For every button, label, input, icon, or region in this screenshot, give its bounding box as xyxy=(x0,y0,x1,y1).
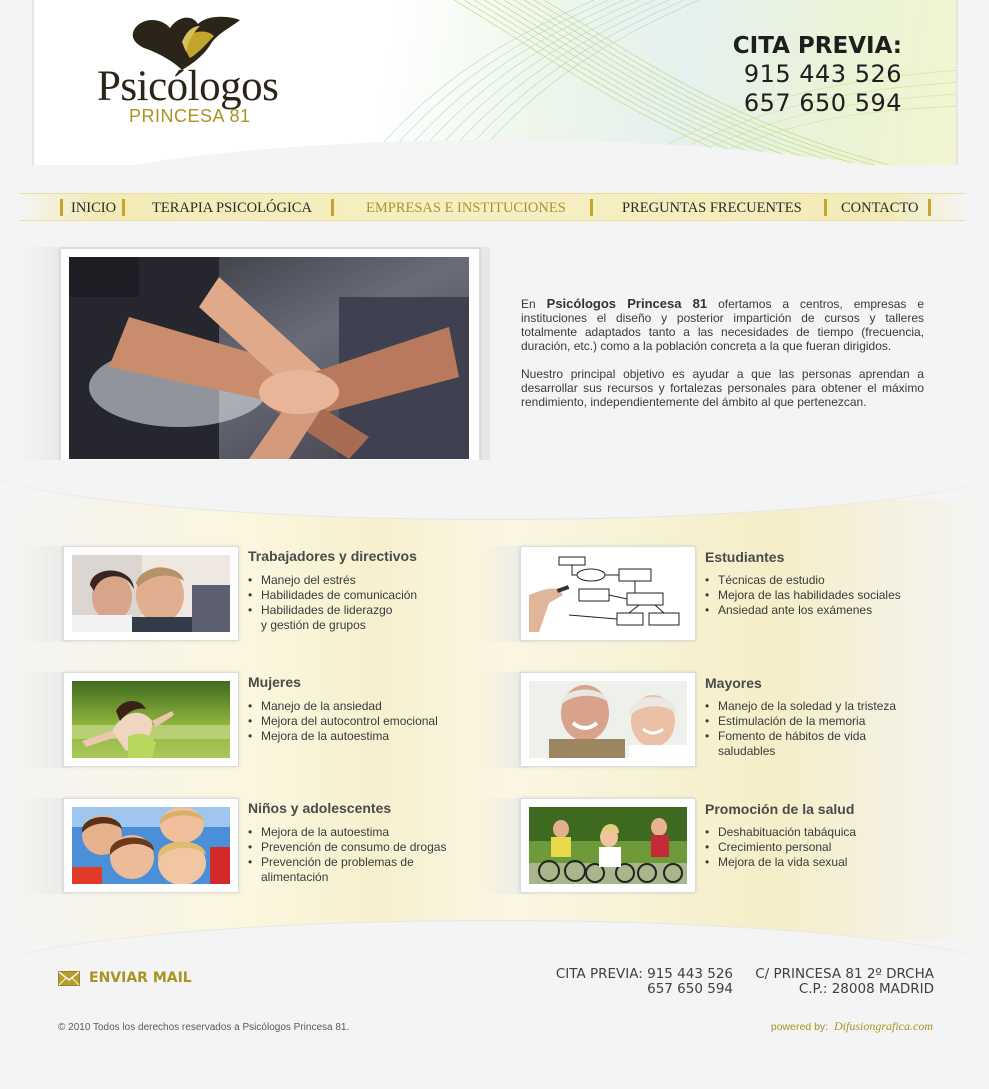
footer-cita-line-2: 657 650 594 xyxy=(647,981,733,997)
footer-address-line-2: C.P.: 28008 MADRID xyxy=(798,981,934,997)
list-item: Técnicas de estudio xyxy=(705,573,901,588)
service-photo-frame xyxy=(63,546,239,641)
send-mail-link[interactable]: ENVIAR MAIL xyxy=(58,970,192,986)
powered-by-label: powered by: xyxy=(770,1021,829,1033)
students-flowchart-photo xyxy=(529,555,687,632)
header-phone-1: 915 443 526 xyxy=(743,60,902,88)
service-title: Estudiantes xyxy=(705,549,785,565)
list-item: Prevención de consumo de drogas xyxy=(248,840,446,855)
cycling-family-photo xyxy=(529,807,687,884)
list-item: Mejora de la autoestima xyxy=(248,729,438,744)
service-photo-frame xyxy=(63,672,239,767)
service-list: Mejora de la autoestima Prevención de co… xyxy=(248,825,446,885)
service-list: Deshabituación tabáquica Crecimiento per… xyxy=(705,825,856,870)
list-item: Mejora del autocontrol emocional xyxy=(248,714,438,729)
nav-item-contacto[interactable]: CONTACTO xyxy=(841,200,919,217)
service-list: Manejo del estrés Habilidades de comunic… xyxy=(248,573,417,633)
footer-address-line-1: C/ PRINCESA 81 2º DRCHA xyxy=(755,966,934,982)
intro-paragraph-2: Nuestro principal objetivo es ayudar a q… xyxy=(521,367,924,409)
nav-item-empresas[interactable]: EMPRESAS E INSTITUCIONES xyxy=(366,200,566,217)
header-phone-2: 657 650 594 xyxy=(743,89,902,117)
service-title: Promoción de la salud xyxy=(705,801,855,817)
list-item: Mejora de la autoestima xyxy=(248,825,446,840)
band-top-curve xyxy=(0,460,989,520)
list-item: Habilidades de liderazgo y gestión de gr… xyxy=(248,603,417,633)
footer-cita-line-1: CITA PREVIA: 915 443 526 xyxy=(555,966,733,982)
nav-separator xyxy=(928,199,931,216)
teamwork-hands-photo xyxy=(69,257,469,459)
nav-separator xyxy=(590,199,593,216)
intro-brand-name: Psicólogos Princesa 81 xyxy=(546,296,708,311)
nav-item-terapia[interactable]: TERAPIA PSICOLÓGICA xyxy=(152,200,312,217)
logo-subtitle: PRINCESA 81 xyxy=(129,106,251,126)
main-nav: INICIO TERAPIA PSICOLÓGICA EMPRESAS E IN… xyxy=(20,193,965,221)
service-title: Mayores xyxy=(705,675,762,691)
service-photo-frame xyxy=(520,546,696,641)
list-item: Manejo de la soledad y la tristeza xyxy=(705,699,896,714)
list-item: Prevención de problemas de alimentación xyxy=(248,855,446,885)
service-list: Manejo de la ansiedad Mejora del autocon… xyxy=(248,699,438,744)
list-item: Crecimiento personal xyxy=(705,840,856,855)
list-item: Mejora de la vida sexual xyxy=(705,855,856,870)
list-item: Deshabituación tabáquica xyxy=(705,825,856,840)
service-title: Trabajadores y directivos xyxy=(248,548,417,564)
footer-address: C/ PRINCESA 81 2º DRCHA C.P.: 28008 MADR… xyxy=(755,967,934,997)
site-header: Psicólogos PRINCESA 81 CITA PREVIA: 915 … xyxy=(32,0,958,165)
send-mail-label: ENVIAR MAIL xyxy=(89,970,192,986)
service-list: Manejo de la soledad y la tristeza Estim… xyxy=(705,699,896,759)
powered-by: powered by: Difusiongrafica.com xyxy=(771,1019,933,1034)
nav-separator xyxy=(824,199,827,216)
list-item: Fomento de hábitos de vida saludables xyxy=(705,729,896,759)
nav-item-inicio[interactable]: INICIO xyxy=(71,200,116,217)
service-title: Niños y adolescentes xyxy=(248,800,392,816)
nav-separator xyxy=(331,199,334,216)
powered-by-link[interactable]: Difusiongrafica.com xyxy=(834,1019,933,1033)
list-item: Manejo del estrés xyxy=(248,573,417,588)
intro-p1-lead: En xyxy=(521,297,536,311)
envelope-icon xyxy=(58,970,80,986)
list-item: Manejo de la ansiedad xyxy=(248,699,438,714)
list-item: Ansiedad ante los exámenes xyxy=(705,603,901,618)
elderly-couple-photo xyxy=(529,681,687,758)
kids-group-photo xyxy=(72,807,230,884)
woman-nature-photo xyxy=(72,681,230,758)
service-photo-frame xyxy=(520,672,696,767)
intro-photo-frame xyxy=(60,248,480,472)
footer-phones: CITA PREVIA: 915 443 526 657 650 594 xyxy=(556,967,733,997)
cita-previa-title: CITA PREVIA: xyxy=(732,33,902,59)
nav-separator xyxy=(122,199,125,216)
workers-photo xyxy=(72,555,230,632)
intro-text: En Psicólogos Princesa 81 ofertamos a ce… xyxy=(521,297,924,423)
service-title: Mujeres xyxy=(248,674,301,690)
list-item: Estimulación de la memoria xyxy=(705,714,896,729)
logo-name[interactable]: Psicólogos xyxy=(97,62,287,111)
service-list: Técnicas de estudio Mejora de las habili… xyxy=(705,573,901,618)
nav-separator xyxy=(60,199,63,216)
list-item: Mejora de las habilidades sociales xyxy=(705,588,901,603)
copyright-text: © 2010 Todos los derechos reservados a P… xyxy=(58,1022,350,1033)
service-photo-frame xyxy=(63,798,239,893)
nav-item-preguntas[interactable]: PREGUNTAS FRECUENTES xyxy=(622,200,802,217)
service-photo-frame xyxy=(520,798,696,893)
intro-paragraph-1: En Psicólogos Princesa 81 ofertamos a ce… xyxy=(521,296,924,354)
list-item: Habilidades de comunicación xyxy=(248,588,417,603)
